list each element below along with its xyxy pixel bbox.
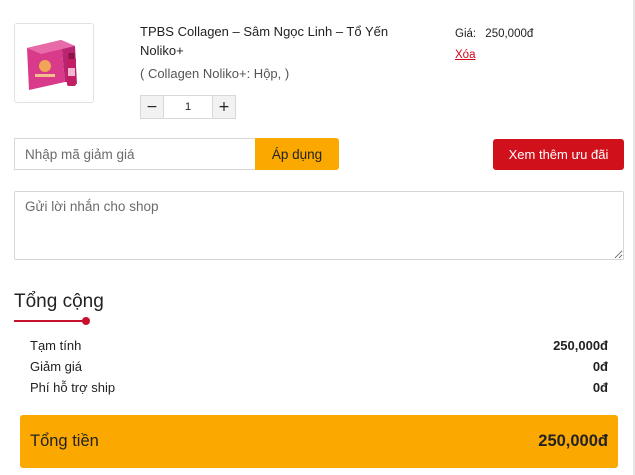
shop-message-textarea[interactable] (14, 191, 624, 260)
title-underline (14, 320, 87, 322)
coupon-code-input[interactable] (14, 138, 255, 170)
increase-quantity-button[interactable]: + (213, 96, 235, 118)
discount-label: Giảm giá (30, 359, 83, 374)
product-thumbnail[interactable] (14, 23, 94, 103)
subtotal-value: 250,000đ (553, 338, 608, 353)
apply-coupon-button[interactable]: Áp dụng (255, 138, 339, 170)
quantity-stepper: − 1 + (140, 95, 236, 119)
cart-item: TPBS Collagen – Sâm Ngọc Linh – Tổ Yến N… (0, 0, 635, 130)
title-underline-dot (82, 317, 90, 325)
subtotal-label: Tạm tính (30, 338, 82, 353)
delete-item-link[interactable]: Xóa (455, 49, 475, 61)
price-value: 250,000đ (485, 28, 534, 40)
shipping-row: Phí hỗ trợ ship 0đ (30, 380, 608, 395)
product-variant: ( Collagen Noliko+: Hộp, ) (140, 66, 290, 81)
grand-total-value: 250,000đ (538, 432, 608, 450)
shipping-value: 0đ (592, 380, 608, 395)
discount-row: Giảm giá 0đ (30, 359, 608, 374)
price-row: Giá: 250,000đ (455, 28, 533, 40)
discount-value: 0đ (592, 359, 608, 374)
price-label: Giá: (455, 28, 477, 40)
grand-total-bar: Tổng tiền 250,000đ (20, 415, 618, 468)
shipping-label: Phí hỗ trợ ship (30, 380, 116, 395)
grand-total-label: Tổng tiền (30, 432, 99, 450)
summary-title: Tổng cộng (14, 291, 104, 312)
collagen-product-box-image (15, 24, 93, 102)
subtotal-row: Tạm tính 250,000đ (30, 338, 608, 353)
more-offers-button[interactable]: Xem thêm ưu đãi (493, 139, 624, 170)
decrease-quantity-button[interactable]: − (141, 96, 163, 118)
product-name[interactable]: TPBS Collagen – Sâm Ngọc Linh – Tổ Yến N… (140, 22, 410, 60)
quantity-value[interactable]: 1 (163, 96, 213, 118)
